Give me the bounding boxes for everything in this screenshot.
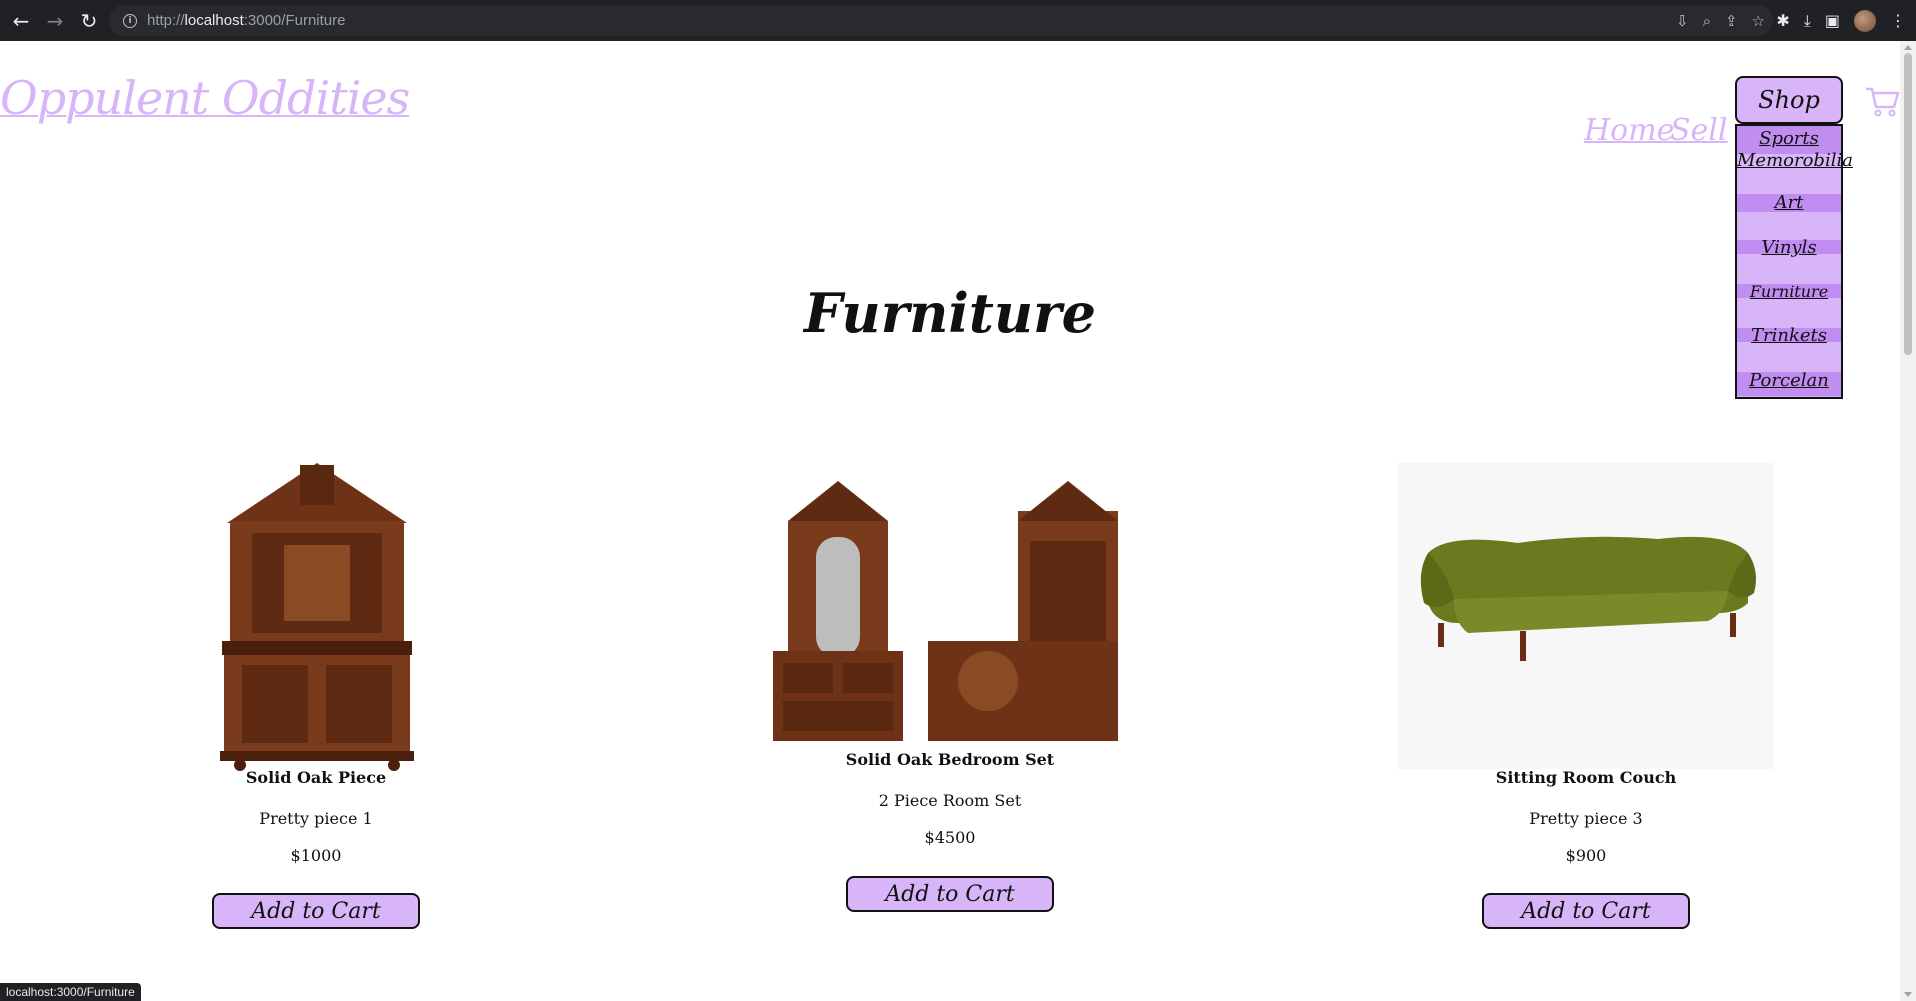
product-card-2: Solid Oak Bedroom Set 2 Piece Room Set $… — [790, 750, 1110, 847]
brand-logo-link[interactable]: Oppulent Oddities — [0, 71, 410, 125]
menu-kebab-icon[interactable]: ⋮ — [1890, 11, 1906, 30]
shop-dropdown-button[interactable]: Shop — [1735, 76, 1843, 124]
product-description: Pretty piece 3 — [1529, 809, 1643, 828]
scroll-down-arrow-icon[interactable] — [1904, 992, 1912, 997]
link-status-bar: localhost:3000/Furniture — [0, 983, 141, 1001]
scroll-up-arrow-icon[interactable] — [1904, 45, 1912, 50]
shop-dropdown-menu: Sports Memorobilia Art Vinyls Furniture … — [1735, 124, 1853, 399]
nav-home-link[interactable]: Home — [1584, 113, 1674, 148]
product-name: Solid Oak Piece — [245, 768, 387, 787]
side-panel-icon[interactable]: ▣ — [1825, 11, 1840, 30]
nav-sell-link[interactable]: Sell — [1670, 113, 1728, 148]
product-price: $900 — [1565, 846, 1607, 865]
product-card-1: Solid Oak Piece Pretty piece 1 $1000 — [156, 768, 476, 865]
cart-icon[interactable] — [1864, 83, 1900, 119]
reload-icon[interactable]: ↻ — [74, 6, 104, 36]
zoom-icon[interactable]: ⌕ — [1703, 12, 1711, 30]
browser-toolbar: ← → ↻ i http://localhost:3000/Furniture … — [0, 0, 1916, 41]
menu-item-sports-memorobilia[interactable]: Sports Memorobilia — [1737, 128, 1853, 172]
product-description: 2 Piece Room Set — [878, 791, 1022, 810]
install-app-icon[interactable]: ⇩ — [1676, 12, 1689, 30]
product-name: Sitting Room Couch — [1495, 768, 1677, 787]
page-scrollbar[interactable] — [1900, 41, 1916, 1001]
product-image-cabinet — [220, 463, 414, 771]
menu-item-art[interactable]: Art — [1737, 192, 1841, 214]
product-image-couch — [1398, 463, 1774, 769]
url-text: http://localhost:3000/Furniture — [147, 12, 346, 29]
product-price: $1000 — [290, 846, 342, 865]
add-to-cart-button[interactable]: Add to Cart — [1482, 893, 1690, 929]
extensions-icon[interactable]: ✱ — [1776, 11, 1789, 30]
product-image-bedroom-set — [773, 481, 1118, 741]
add-to-cart-button[interactable]: Add to Cart — [846, 876, 1054, 912]
profile-avatar[interactable] — [1854, 9, 1876, 32]
back-icon[interactable]: ← — [6, 6, 36, 36]
address-bar[interactable]: i http://localhost:3000/Furniture ⇩ ⌕ ⇪ … — [109, 5, 1773, 36]
page-content: Oppulent Oddities Home Sell Shop Sports … — [0, 41, 1900, 1001]
share-icon[interactable]: ⇪ — [1725, 12, 1738, 30]
scrollbar-thumb[interactable] — [1904, 53, 1912, 355]
bookmark-star-icon[interactable]: ☆ — [1752, 12, 1765, 30]
product-description: Pretty piece 1 — [259, 809, 373, 828]
product-name: Solid Oak Bedroom Set — [845, 750, 1055, 769]
site-info-icon[interactable]: i — [123, 13, 137, 28]
menu-item-porcelan[interactable]: Porcelan — [1737, 370, 1841, 392]
page-title: Furniture — [804, 281, 1096, 345]
download-icon[interactable]: ⤓ — [1804, 11, 1811, 31]
add-to-cart-button[interactable]: Add to Cart — [212, 893, 420, 929]
forward-icon[interactable]: → — [40, 6, 70, 36]
menu-item-vinyls[interactable]: Vinyls — [1737, 237, 1841, 259]
product-card-3: Sitting Room Couch Pretty piece 3 $900 — [1426, 768, 1746, 865]
product-price: $4500 — [924, 828, 976, 847]
